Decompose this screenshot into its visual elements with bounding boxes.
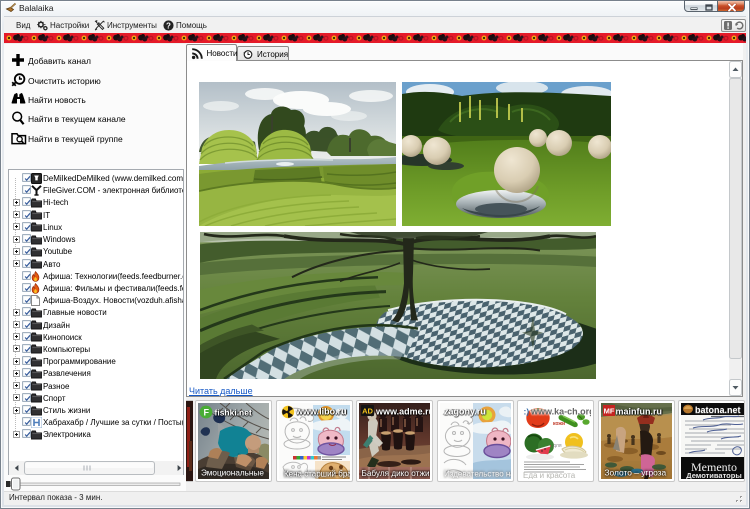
svg-text:zagony.ru: zagony.ru: [444, 407, 486, 417]
svg-text:F: F: [204, 407, 210, 417]
svg-text:?: ?: [166, 21, 171, 30]
svg-text:www.libo.ru: www.libo.ru: [295, 407, 347, 417]
svg-text:кожи: кожи: [553, 421, 565, 427]
svg-text:Кена старший брат: Кена старший брат: [284, 470, 350, 479]
svg-text:AD: AD: [362, 407, 373, 416]
svg-text:Золото – угроза: Золото – угроза: [604, 468, 666, 478]
svg-text:www.adme.ru: www.adme.ru: [375, 407, 430, 417]
svg-text:fishki.net: fishki.net: [215, 408, 252, 418]
svg-text:Еда и красота: Еда и красота: [523, 471, 576, 479]
svg-text::): :): [524, 407, 530, 417]
svg-text:mainfun.ru: mainfun.ru: [615, 407, 662, 417]
svg-text:www.ka-ch.org: www.ka-ch.org: [530, 407, 591, 417]
svg-text:Бабуля дико отжигает: Бабуля дико отжигает: [362, 469, 431, 478]
svg-text:Издевательство над: Издевательство над: [444, 470, 511, 479]
svg-text:MF: MF: [603, 407, 614, 416]
svg-text:для: для: [553, 443, 562, 449]
svg-text:batona.net: batona.net: [695, 405, 741, 415]
svg-text:Демотиваторы: Демотиваторы: [686, 471, 741, 479]
svg-text:Эмоциональные: Эмоциональные: [201, 469, 264, 478]
